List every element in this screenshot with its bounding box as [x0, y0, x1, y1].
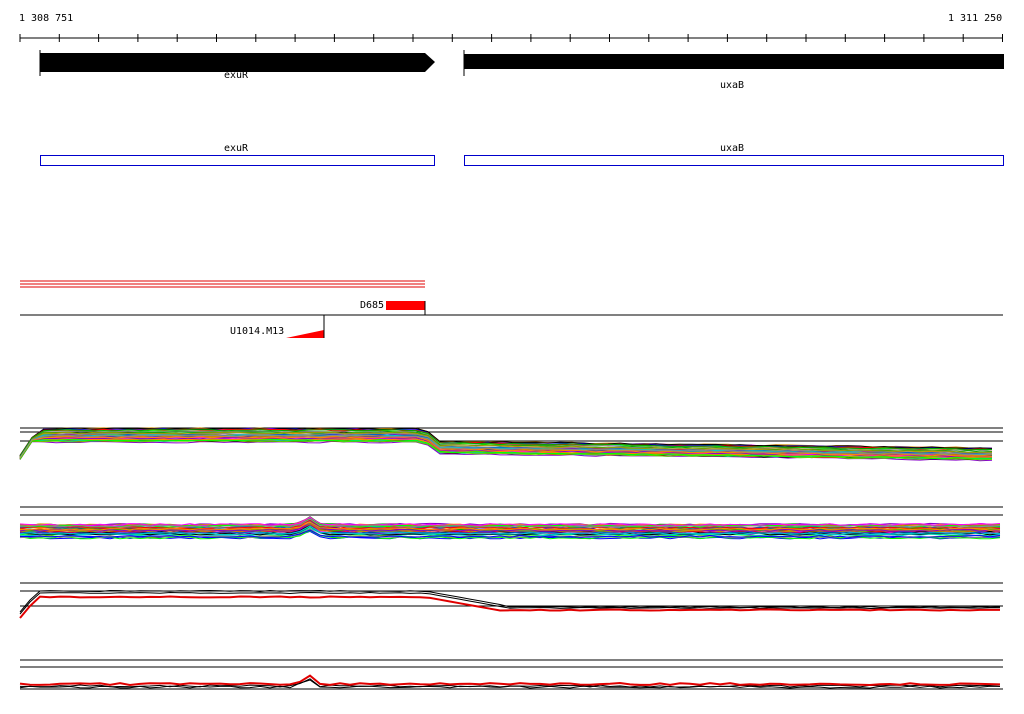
- expression-trace: [19, 674, 1001, 687]
- gene-arrow-exur[interactable]: [40, 53, 435, 72]
- gene-model-exur[interactable]: [40, 155, 435, 166]
- gene-model-uxab[interactable]: [464, 155, 1004, 166]
- tracks-canvas: [19, 34, 1004, 690]
- expression-track-4: [19, 659, 1003, 690]
- expression-track-2: [19, 506, 1003, 540]
- ruler: [19, 34, 1003, 42]
- red-line-track: [20, 280, 425, 288]
- expression-track-3: [19, 582, 1003, 619]
- genome-browser-view: 1 308 751 1 311 250 exuR uxaB exuR uxaB …: [0, 0, 1024, 714]
- expression-track-1: [19, 427, 1003, 462]
- gene-arrow-uxab[interactable]: [464, 54, 1004, 69]
- feature-u1014-triangle[interactable]: [286, 330, 324, 338]
- feature-d685-bar[interactable]: [386, 301, 425, 310]
